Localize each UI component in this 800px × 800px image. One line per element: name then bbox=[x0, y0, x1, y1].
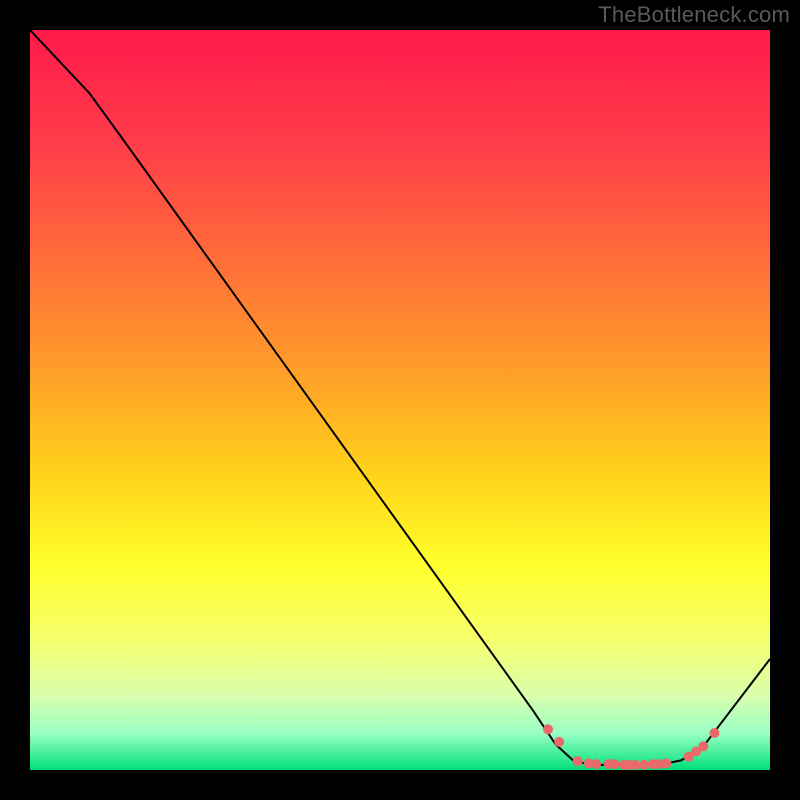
highlight-dot bbox=[698, 741, 708, 751]
chart-svg bbox=[30, 30, 770, 770]
watermark-text: TheBottleneck.com bbox=[598, 2, 790, 28]
plot-area bbox=[30, 30, 770, 770]
highlight-dot bbox=[661, 758, 671, 768]
highlight-dot bbox=[554, 737, 564, 747]
highlight-dot bbox=[610, 759, 620, 769]
highlight-dot bbox=[630, 760, 640, 770]
chart-stage: TheBottleneck.com bbox=[0, 0, 800, 800]
gradient-background bbox=[30, 30, 770, 770]
highlight-dot bbox=[639, 760, 649, 770]
highlight-dot bbox=[710, 728, 720, 738]
highlight-dot bbox=[591, 759, 601, 769]
highlight-dot bbox=[573, 756, 583, 766]
highlight-dot bbox=[543, 724, 553, 734]
